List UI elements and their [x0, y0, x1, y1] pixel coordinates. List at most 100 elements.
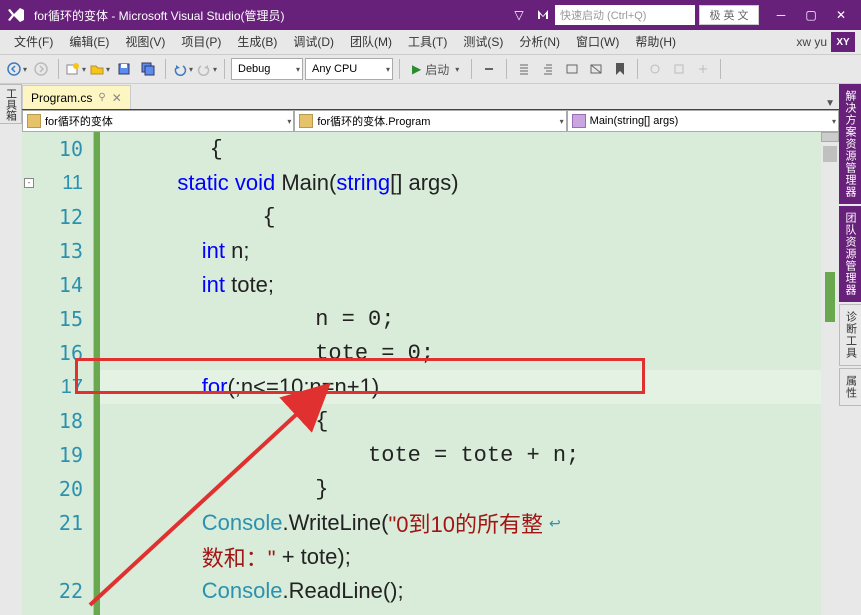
- undo-button[interactable]: [172, 58, 194, 80]
- csharp-project-icon: [27, 114, 41, 128]
- ime-indicator[interactable]: 极 英 文: [699, 5, 759, 25]
- quick-launch-input[interactable]: 快速启动 (Ctrl+Q): [555, 5, 695, 25]
- line-number: [22, 540, 93, 574]
- split-handle[interactable]: [821, 132, 839, 142]
- start-label: 启动: [425, 61, 449, 78]
- nav-method-label: Main(string[] args): [590, 115, 679, 127]
- code-line: Console.WriteLine("0到10的所有整↩: [100, 506, 839, 540]
- redo-button[interactable]: [196, 58, 218, 80]
- comment-icon[interactable]: [561, 58, 583, 80]
- tabs-overflow-icon[interactable]: ▼: [825, 98, 835, 109]
- save-all-button[interactable]: [137, 58, 159, 80]
- right-rail: 解决方案资源管理器 团队资源管理器 诊断工具 属性: [839, 84, 861, 408]
- toolbar-ext1-icon[interactable]: [644, 58, 666, 80]
- nav-class-dropdown[interactable]: for循环的变体.Program: [294, 110, 566, 132]
- menu-test[interactable]: 测试(S): [455, 30, 511, 54]
- toolbox-tab[interactable]: 工具箱: [0, 84, 22, 124]
- line-number: 22: [22, 574, 93, 608]
- window-title: for循环的变体 - Microsoft Visual Studio(管理员): [34, 7, 285, 24]
- platform-dropdown[interactable]: Any CPU: [305, 58, 393, 80]
- new-project-button[interactable]: [65, 58, 87, 80]
- code-line: int n;: [100, 234, 839, 268]
- line-number: 15: [22, 302, 93, 336]
- diagnostics-tab[interactable]: 诊断工具: [839, 304, 861, 366]
- line-number: 19: [22, 438, 93, 472]
- code-line: Console.ReadLine();: [100, 574, 839, 608]
- config-dropdown[interactable]: Debug: [231, 58, 303, 80]
- title-dropdown-icon[interactable]: ▽: [507, 3, 531, 27]
- menu-project[interactable]: 项目(P): [173, 30, 229, 54]
- line-number: 10: [22, 132, 93, 166]
- nav-class-label: for循环的变体.Program: [317, 113, 430, 129]
- bookmark-icon[interactable]: [609, 58, 631, 80]
- save-button[interactable]: [113, 58, 135, 80]
- document-tabs: Program.cs ⚲ ✕ ▼: [22, 84, 839, 110]
- step-into-icon[interactable]: [478, 58, 500, 80]
- nav-back-button[interactable]: [6, 58, 28, 80]
- menu-file[interactable]: 文件(F): [6, 30, 61, 54]
- uncomment-icon[interactable]: [585, 58, 607, 80]
- code-line: {: [100, 404, 839, 438]
- nav-project-dropdown[interactable]: for循环的变体: [22, 110, 294, 132]
- line-number: 23: [22, 608, 93, 615]
- outline-collapse-icon[interactable]: -: [24, 178, 34, 188]
- menu-analyze[interactable]: 分析(N): [511, 30, 568, 54]
- toolbar-ext2-icon[interactable]: [668, 58, 690, 80]
- line-number: -11: [22, 166, 93, 200]
- code-content[interactable]: { static void Main(string[] args) { int …: [100, 132, 839, 615]
- start-debug-button[interactable]: ▶启动: [406, 58, 465, 80]
- menu-build[interactable]: 生成(B): [229, 30, 285, 54]
- toolbar-ext3-icon[interactable]: [692, 58, 714, 80]
- close-button[interactable]: ✕: [827, 5, 855, 25]
- line-number: 12: [22, 200, 93, 234]
- indent-less-icon[interactable]: [513, 58, 535, 80]
- code-line: static void Main(string[] args): [100, 166, 839, 200]
- code-editor[interactable]: 10 -11 12 13 14 15 16 💡17 18 19 20 21 22…: [22, 132, 839, 615]
- scroll-change-marker: [825, 272, 835, 322]
- menu-help[interactable]: 帮助(H): [627, 30, 684, 54]
- indent-more-icon[interactable]: [537, 58, 559, 80]
- line-number: 16: [22, 336, 93, 370]
- team-explorer-tab[interactable]: 团队资源管理器: [839, 206, 861, 302]
- tab-close-icon[interactable]: ✕: [112, 91, 122, 105]
- code-line: tote = 0;: [100, 336, 839, 370]
- menu-team[interactable]: 团队(M): [342, 30, 400, 54]
- line-number: 14: [22, 268, 93, 302]
- tab-label: Program.cs: [31, 91, 92, 105]
- code-line: tote = tote + n;: [100, 438, 839, 472]
- code-line: n = 0;: [100, 302, 839, 336]
- pin-icon[interactable]: ⚲: [98, 92, 105, 103]
- vs-logo-icon: [6, 5, 26, 25]
- nav-forward-button[interactable]: [30, 58, 52, 80]
- line-number: 💡17: [22, 370, 93, 404]
- maximize-button[interactable]: ▢: [797, 5, 825, 25]
- solution-explorer-tab[interactable]: 解决方案资源管理器: [839, 84, 861, 204]
- minimize-button[interactable]: ─: [767, 5, 795, 25]
- properties-tab[interactable]: 属性: [839, 368, 861, 406]
- code-line: for(;n<=10;n=n+1): [100, 370, 839, 404]
- menu-bar: 文件(F) 编辑(E) 视图(V) 项目(P) 生成(B) 调试(D) 团队(M…: [0, 30, 861, 54]
- menu-view[interactable]: 视图(V): [117, 30, 173, 54]
- code-line: {: [100, 200, 839, 234]
- open-file-button[interactable]: [89, 58, 111, 80]
- line-number-gutter: 10 -11 12 13 14 15 16 💡17 18 19 20 21 22…: [22, 132, 94, 615]
- code-line: }: [100, 608, 839, 615]
- user-badge[interactable]: XY: [831, 32, 855, 52]
- code-line: }: [100, 472, 839, 506]
- class-icon: [299, 114, 313, 128]
- vertical-scrollbar[interactable]: [821, 132, 839, 615]
- line-number: 20: [22, 472, 93, 506]
- menu-debug[interactable]: 调试(D): [285, 30, 342, 54]
- menu-tools[interactable]: 工具(T): [400, 30, 455, 54]
- menu-edit[interactable]: 编辑(E): [61, 30, 117, 54]
- code-line: 数和：" + tote);: [100, 540, 839, 574]
- tab-program-cs[interactable]: Program.cs ⚲ ✕: [22, 85, 131, 109]
- nav-method-dropdown[interactable]: Main(string[] args): [567, 110, 839, 132]
- notifications-icon[interactable]: [531, 3, 555, 27]
- scroll-thumb[interactable]: [823, 146, 837, 162]
- line-number: 21: [22, 506, 93, 540]
- user-name[interactable]: xw yu: [796, 35, 827, 49]
- toolbar: Debug Any CPU ▶启动: [0, 54, 861, 84]
- menu-window[interactable]: 窗口(W): [568, 30, 627, 54]
- method-icon: [572, 114, 586, 128]
